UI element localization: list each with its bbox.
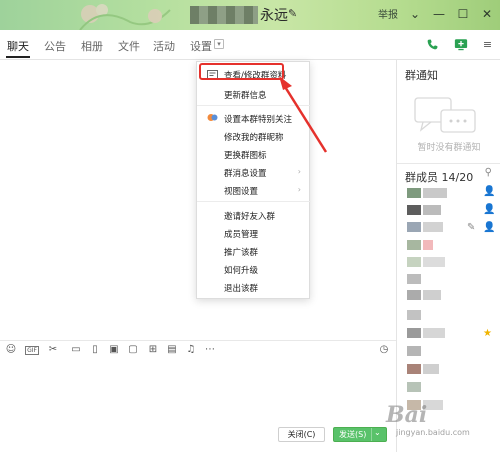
member-search-icon[interactable]: ⚲ [485, 167, 492, 178]
notice-empty-illustration [414, 97, 476, 133]
member-name-blur [423, 290, 441, 300]
dropdown-icon[interactable]: ⌄ [408, 7, 422, 21]
doc-icon[interactable]: ▯ [89, 344, 101, 356]
member-name-blur [423, 257, 445, 267]
member-avatar [407, 205, 421, 215]
panel-divider [397, 163, 500, 164]
more-menu-icon[interactable]: ≡ [479, 36, 496, 53]
members-title: 群成员 14/20 [405, 171, 474, 184]
member-avatar [407, 310, 421, 320]
menu-item-quit-group[interactable]: 退出该群 [224, 282, 258, 294]
member-avatar [407, 364, 421, 374]
member-avatar [407, 240, 421, 250]
screen-share-icon[interactable] [452, 36, 469, 53]
member-avatar [407, 328, 421, 338]
highlight-box [199, 63, 284, 80]
member-name-blur [423, 328, 445, 338]
chat-window: 永远 ✎ 举报 ⌄ — ☐ ✕ 聊天 公告 相册 文件 活动 设置 ▾ ≡ 群通… [0, 0, 500, 452]
menu-item-view-settings[interactable]: 视图设置 [224, 185, 258, 197]
admin-badge-icon: 👤 [483, 222, 496, 233]
title-avatar-blur [190, 6, 258, 24]
member-avatar [407, 222, 421, 232]
close-button[interactable]: 关闭(C) [278, 427, 325, 442]
tab-album[interactable]: 相册 [81, 38, 103, 54]
title-decoration [79, 4, 171, 30]
tab-files[interactable]: 文件 [118, 38, 140, 54]
member-avatar [407, 290, 421, 300]
watermark-logo: Bai [386, 402, 428, 428]
group-title: 永远 [260, 8, 288, 24]
member-name-blur [423, 205, 441, 215]
settings-dropdown-icon[interactable]: ▾ [214, 39, 224, 49]
send-label: 发送(S) [339, 430, 367, 439]
member-avatar [407, 274, 421, 284]
minimize-icon[interactable]: — [432, 7, 446, 21]
settings-dropdown-menu: 查看/修改群资料 更新群信息 设置本群特别关注 修改我的群昵称 更换群图标 群消… [196, 61, 311, 299]
watermark-url: jingyan.baidu.com [396, 428, 470, 437]
screen-icon[interactable]: ▢ [127, 344, 139, 356]
group-side-panel: 群通知 暂时没有群通知 群成员 14/20 ⚲ 👤 👤 ✎ 👤 ★ [396, 60, 500, 452]
edit-title-icon[interactable]: ✎ [288, 7, 297, 20]
notice-title: 群通知 [405, 69, 438, 82]
folder-icon[interactable]: ▭ [70, 344, 82, 356]
member-name-blur [423, 240, 433, 250]
calendar-icon[interactable]: ▤ [166, 344, 178, 356]
menu-item-member-management[interactable]: 成员管理 [224, 228, 258, 240]
tab-notice[interactable]: 公告 [44, 38, 66, 54]
tab-settings[interactable]: 设置 [190, 38, 212, 54]
chevron-right-icon: › [297, 185, 301, 194]
menu-item-special-follow[interactable]: 设置本群特别关注 [224, 113, 292, 125]
admin-badge-icon: 👤 [483, 204, 496, 215]
title-bar: 永远 ✎ 举报 ⌄ — ☐ ✕ [0, 0, 500, 30]
menu-item-change-icon[interactable]: 更换群图标 [224, 149, 267, 161]
send-options-icon[interactable]: ⌄ [374, 428, 381, 437]
member-name-blur [423, 222, 443, 232]
more-icon[interactable]: ⋯ [204, 344, 216, 356]
gif-icon[interactable]: GIF [25, 346, 39, 355]
notice-empty-text: 暂时没有群通知 [417, 143, 481, 153]
input-toolbar: ☺ GIF ✂ ▭ ▯ ▣ ▢ ⊞ ▤ ♫ ⋯ ◷ [0, 340, 396, 358]
menu-item-promote-group[interactable]: 推广该群 [224, 246, 258, 258]
phone-icon[interactable] [424, 36, 441, 53]
menu-item-how-to-upgrade[interactable]: 如何升级 [224, 264, 258, 276]
tab-bar: 聊天 公告 相册 文件 活动 设置 ▾ ≡ [0, 30, 500, 60]
member-avatar [407, 257, 421, 267]
image-icon[interactable]: ▣ [108, 344, 120, 356]
member-avatar [407, 346, 421, 356]
report-link[interactable]: 举报 [378, 6, 398, 21]
active-tab-indicator [6, 56, 30, 58]
maximize-icon[interactable]: ☐ [456, 7, 470, 21]
menu-item-update-info[interactable]: 更新群信息 [224, 89, 267, 101]
gift-icon[interactable]: ⊞ [147, 344, 159, 356]
close-icon[interactable]: ✕ [480, 7, 494, 21]
star-icon: ★ [483, 328, 492, 339]
send-split-divider [371, 428, 372, 441]
menu-item-message-settings[interactable]: 群消息设置 [224, 167, 267, 179]
owner-badge-icon: 👤 [483, 186, 496, 197]
menu-item-invite-friends[interactable]: 邀请好友入群 [224, 210, 275, 222]
history-icon[interactable]: ◷ [378, 344, 390, 356]
tab-chat[interactable]: 聊天 [7, 38, 29, 54]
special-follow-icon [207, 114, 218, 121]
bell-icon[interactable]: ♫ [185, 344, 197, 356]
chevron-right-icon: › [297, 167, 301, 176]
member-name-blur [423, 364, 439, 374]
member-avatar [407, 188, 421, 198]
member-name-blur [423, 188, 447, 198]
scissors-icon[interactable]: ✂ [47, 344, 59, 356]
menu-separator [197, 201, 311, 202]
emoji-icon[interactable]: ☺ [5, 344, 17, 356]
tab-activity[interactable]: 活动 [153, 38, 175, 54]
menu-item-change-nickname[interactable]: 修改我的群昵称 [224, 131, 284, 143]
member-avatar [407, 382, 421, 392]
edit-icon[interactable]: ✎ [467, 222, 475, 233]
menu-separator [197, 105, 311, 106]
